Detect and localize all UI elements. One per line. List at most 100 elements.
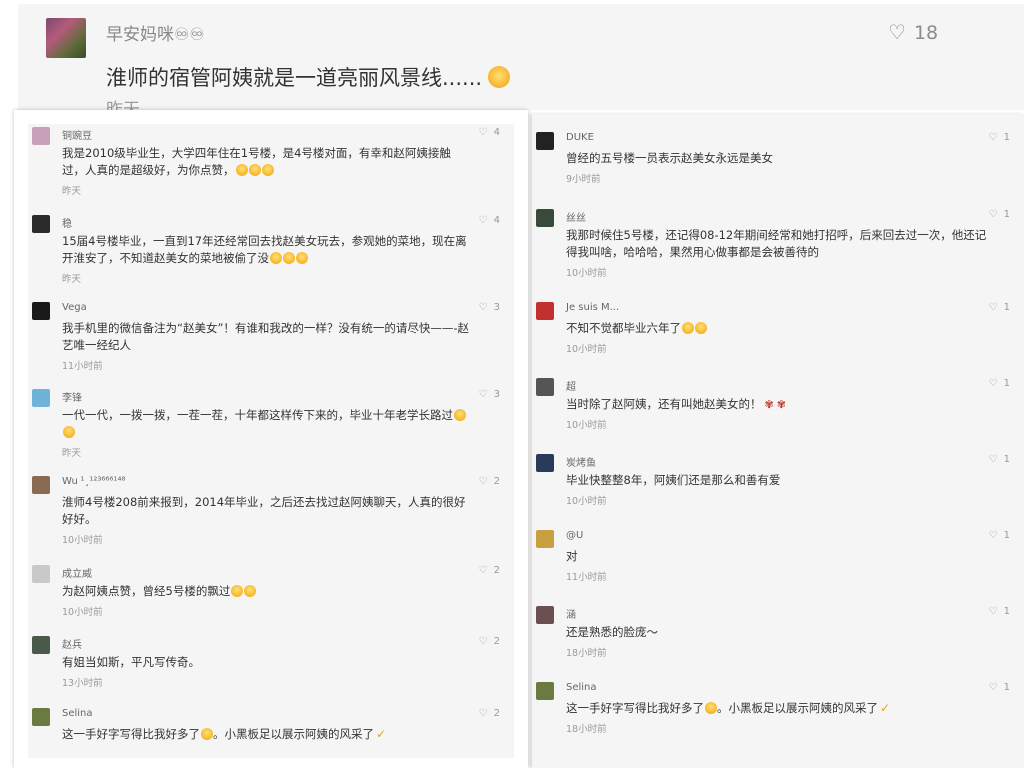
commenter-avatar[interactable] [536,682,554,700]
comment-like-button[interactable]: ♡ 3 [479,389,500,400]
commenter-avatar[interactable] [32,302,50,320]
comment-text-main: 这一手好字写得比我好多了 [566,701,704,715]
commenter-name[interactable]: Wu ¹¸¹²³⁶⁶⁶¹⁴⁸ [62,476,125,487]
commenter-name[interactable]: @U [566,530,583,541]
thumbs-up-icon: ✓ [376,727,387,741]
commenter-avatar[interactable] [536,530,554,548]
comment-like-count: 1 [1003,209,1010,220]
heart-icon: ♡ [988,209,998,220]
comment-like-button[interactable]: ♡ 1 [989,606,1010,617]
comment-like-button[interactable]: ♡ 1 [989,682,1010,693]
comment-like-button[interactable]: ♡ 2 [479,708,500,719]
comment-like-count: 1 [1003,682,1010,693]
comment-like-count: 4 [493,215,500,226]
comment-like-count: 2 [493,565,500,576]
comment-list-left: 铜豌豆 ♡ 4 我是2010级毕业生，大学四年住在1号楼，是4号楼对面，有幸和赵阿姨接… [28,124,514,758]
commenter-name[interactable]: Selina [566,682,597,693]
commenter-avatar[interactable] [536,606,554,624]
comment-time: 10小时前 [62,535,103,546]
comment-like-button[interactable]: ♡ 2 [479,636,500,647]
heart-icon: ♡ [478,215,488,226]
comment-like-count: 1 [1003,530,1010,541]
comment-text: 15届4号楼毕业，一直到17年还经常回去找赵美女玩去，参观她的菜地，现在离开淮安… [62,233,472,267]
comment-like-button[interactable]: ♡ 4 [479,127,500,138]
commenter-avatar[interactable] [536,132,554,150]
comment-like-button[interactable]: ♡ 1 [989,302,1010,313]
commenter-name[interactable]: 超 [566,378,576,393]
post-like-button[interactable]: ♡ 18 [888,20,938,44]
comment-text: 为赵阿姨点赞，曾经5号楼的飘过 [62,583,472,600]
commenter-avatar[interactable] [32,708,50,726]
commenter-name[interactable]: 李锋 [62,389,82,404]
commenter-name[interactable]: 炭烤鱼 [566,454,596,469]
comment-like-button[interactable]: ♡ 1 [989,530,1010,541]
comment-text-main: 我那时候住5号楼，还记得08-12年期间经常和她打招呼，后来回去过一次，他还记得… [566,228,987,259]
heart-icon: ♡ [988,378,998,389]
heart-icon: ♡ [478,565,488,576]
comment-like-count: 2 [493,636,500,647]
comment-like-button[interactable]: ♡ 2 [479,476,500,487]
comment-like-button[interactable]: ♡ 4 [479,215,500,226]
comment-text: 毕业快整整8年，阿姨们还是那么和善有爱 [566,472,996,489]
smile-emoji-icon [488,66,511,88]
commenter-name[interactable]: DUKE [566,132,594,143]
comment-time: 18小时前 [566,724,607,735]
comment-text: 我那时候住5号楼，还记得08-12年期间经常和她打招呼，后来回去过一次，他还记得… [566,227,996,261]
commenter-avatar[interactable] [536,454,554,472]
comment-like-button[interactable]: ♡ 1 [989,454,1010,465]
heart-icon: ♡ [478,127,488,138]
commenter-avatar[interactable] [32,476,50,494]
comment-time: 18小时前 [566,648,607,659]
commenter-avatar[interactable] [536,378,554,396]
comment-text-tail: 。小黑板足以展示阿姨的风采了 [213,727,374,741]
commenter-avatar[interactable] [32,389,50,407]
rose-emoji-icon: ✾ [776,398,786,411]
heart-icon: ♡ [478,636,488,647]
heart-icon: ♡ [478,708,488,719]
commenter-name[interactable]: 涵 [566,606,576,621]
commenter-name[interactable]: 赵兵 [62,636,82,651]
comment-text-main: 不知不觉都毕业六年了 [566,321,681,335]
comment-like-button[interactable]: ♡ 1 [989,132,1010,143]
commenter-avatar[interactable] [32,565,50,583]
comment-text: 淮师4号楼208前来报到，2014年毕业，之后还去找过赵阿姨聊天，人真的很好好好… [62,494,472,528]
heart-icon: ♡ [988,606,998,617]
emoji-icon [235,164,248,176]
thumbs-up-icon: ✓ [880,701,891,715]
comment-text-main: 毕业快整整8年，阿姨们还是那么和善有爱 [566,473,781,487]
post-author-name[interactable]: 早安妈咪♾♾ [106,20,204,45]
comment-like-button[interactable]: ♡ 1 [989,378,1010,389]
comment-text: 这一手好字写得比我好多了 。小黑板足以展示阿姨的风采了 ✓ [566,700,996,717]
post-text: 淮师的宿管阿姨就是一道亮丽风景线...... [106,62,511,92]
commenter-name[interactable]: Selina [62,708,93,719]
comment-text-main: 当时除了赵阿姨，还有叫她赵美女的！ [566,397,762,411]
commenter-name[interactable]: Je suis M... [566,302,619,313]
commenter-name[interactable]: 丝丝 [566,209,586,224]
commenter-avatar[interactable] [32,127,50,145]
comment-time: 10小时前 [566,496,607,507]
comment-like-count: 2 [493,476,500,487]
post-author-avatar[interactable] [46,18,86,58]
comments-panel-left: 铜豌豆 ♡ 4 我是2010级毕业生，大学四年住在1号楼，是4号楼对面，有幸和赵阿姨接… [14,110,528,768]
comment-like-count: 1 [1003,454,1010,465]
comment-time: 昨天 [62,186,82,197]
comment-text-main: 这一手好字写得比我好多了 [62,727,200,741]
comment-like-button[interactable]: ♡ 3 [479,302,500,313]
post-like-count: 18 [913,22,939,44]
emoji-icon [248,164,261,176]
comment-like-button[interactable]: ♡ 1 [989,209,1010,220]
commenter-name[interactable]: 成立威 [62,565,92,580]
commenter-name[interactable]: Vega [62,302,87,313]
comment-text-main: 15届4号楼毕业，一直到17年还经常回去找赵美女玩去，参观她的菜地，现在离开淮安… [62,234,467,265]
commenter-name[interactable]: 铜豌豆 [62,127,92,142]
comment-like-button[interactable]: ♡ 2 [479,565,500,576]
commenter-avatar[interactable] [536,302,554,320]
commenter-avatar[interactable] [536,209,554,227]
commenter-avatar[interactable] [32,215,50,233]
comment-text: 不知不觉都毕业六年了 [566,320,996,337]
comment-time: 10小时前 [566,344,607,355]
commenter-avatar[interactable] [32,636,50,654]
commenter-name[interactable]: 稳 [62,215,72,230]
comment-like-count: 4 [493,127,500,138]
emoji-icon [63,426,75,438]
